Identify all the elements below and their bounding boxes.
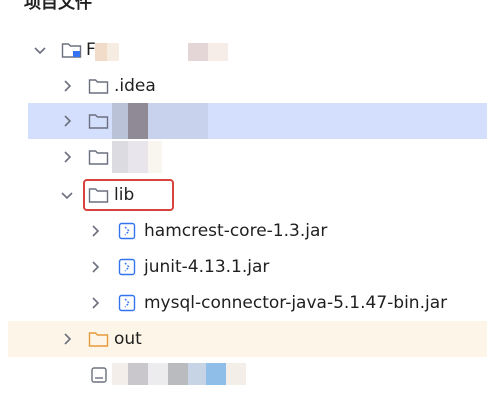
module-folder-icon <box>61 41 83 59</box>
tree-row-jar[interactable]: junit-4.13.1.jar <box>0 249 487 285</box>
redacted-mosaic <box>112 141 162 173</box>
chevron-down-icon[interactable] <box>33 43 47 57</box>
project-tree-panel: 项目文件 F .idea lib hamcrest-core-1.3.jar j… <box>0 0 487 414</box>
redacted-mosaic <box>95 43 119 61</box>
file-icon <box>90 366 108 384</box>
chevron-right-icon[interactable] <box>60 114 74 128</box>
panel-title: 项目文件 <box>24 0 92 13</box>
folder-icon <box>88 112 110 130</box>
chevron-right-icon[interactable] <box>88 260 102 274</box>
tree-row-idea[interactable]: .idea <box>0 68 487 104</box>
folder-icon <box>88 77 110 95</box>
tree-item-label: out <box>114 329 142 349</box>
annotation-highlight-box <box>83 179 174 211</box>
chevron-right-icon[interactable] <box>88 224 102 238</box>
chevron-right-icon[interactable] <box>60 79 74 93</box>
tree-row-redacted[interactable] <box>0 103 487 139</box>
chevron-right-icon[interactable] <box>60 332 74 346</box>
redacted-mosaic <box>112 103 208 139</box>
redacted-mosaic <box>112 363 246 385</box>
tree-row-jar[interactable]: mysql-connector-java-5.1.47-bin.jar <box>0 285 487 321</box>
tree-row-redacted[interactable] <box>0 139 487 175</box>
chevron-right-icon[interactable] <box>88 296 102 310</box>
tree-row-jar[interactable]: hamcrest-core-1.3.jar <box>0 213 487 249</box>
tree-row-lib[interactable]: lib <box>0 177 487 213</box>
tree-item-label: .idea <box>114 76 156 96</box>
jar-file-icon <box>118 294 136 312</box>
tree-item-label: hamcrest-core-1.3.jar <box>144 221 328 241</box>
tree-row-root[interactable]: F <box>0 32 487 68</box>
jar-file-icon <box>118 258 136 276</box>
tree-item-label: junit-4.13.1.jar <box>144 257 270 277</box>
folder-icon <box>88 148 110 166</box>
tree-row-out[interactable]: out <box>0 321 487 357</box>
chevron-right-icon[interactable] <box>60 150 74 164</box>
jar-file-icon <box>118 222 136 240</box>
chevron-down-icon[interactable] <box>60 188 74 202</box>
tree-row-redacted-file[interactable] <box>0 357 487 393</box>
excluded-folder-icon <box>88 330 110 348</box>
redacted-mosaic <box>188 43 228 61</box>
tree-item-label: mysql-connector-java-5.1.47-bin.jar <box>144 293 448 313</box>
